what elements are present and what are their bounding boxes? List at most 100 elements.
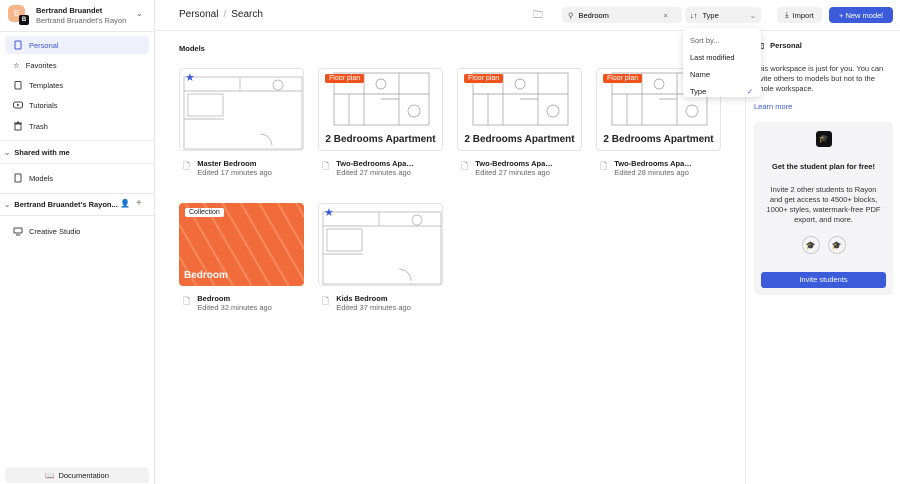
new-model-label: + New model (839, 10, 883, 20)
file-icon: 🗋 (322, 161, 330, 171)
card-title: Master Bedroom (197, 159, 257, 168)
student-slot-icon: 🎓 (801, 236, 820, 254)
trash-icon (14, 121, 22, 131)
card-meta: 🗋 Two-Bedrooms ApartmentEdited 28 minutes… (596, 159, 721, 177)
breadcrumb-search: Search (231, 9, 263, 20)
learn-more-link[interactable]: Learn more (754, 102, 792, 111)
sidebar-item-personal[interactable]: Personal (5, 36, 149, 54)
chevron-down-icon: ⌄ (749, 10, 756, 20)
favorite-star-icon[interactable]: ★ (185, 71, 195, 84)
option-label: Name (690, 70, 711, 79)
section-title: Shared with me (14, 148, 70, 157)
sidebar-item-label: Templates (29, 80, 64, 90)
import-button[interactable]: ⤓ Import (777, 7, 822, 23)
file-icon: 🗋 (322, 296, 330, 306)
thumbnail: ★ (318, 203, 443, 286)
thumbnail-label: 2 Bedrooms Apartment (464, 134, 575, 145)
sidebar-item-label: Favorites (25, 60, 57, 70)
card-meta: 🗋 Two-Bedrooms ApartmentEdited 27 minutes… (318, 159, 443, 177)
card-subtitle: Edited 17 minutes ago (197, 168, 272, 177)
divider (0, 215, 154, 216)
student-slot-icon: 🎓 (827, 236, 846, 254)
play-icon (13, 101, 23, 109)
type-tag: Floor plan (325, 74, 365, 83)
sidebar-item-favorites[interactable]: ☆ Favorites (5, 56, 149, 74)
workspace-info-panel: ▯ Personal This workspace is just for you… (745, 31, 900, 484)
new-model-button[interactable]: + New model (829, 7, 893, 23)
search-input[interactable] (578, 10, 659, 20)
model-card[interactable]: Collection Bedroom 🗋 Bedroom Edited 32 minut… (179, 203, 304, 312)
model-card[interactable]: Floor plan 2 Bedrooms Apartment 🗋 Two-Bedro… (318, 68, 443, 177)
workspace-badge: B (19, 15, 29, 25)
card-meta: 🗋 Bedroom Edited 32 minutes ago (179, 294, 304, 312)
breadcrumb-separator: / (223, 9, 227, 20)
card-title: Two-Bedrooms Apartment (336, 159, 416, 168)
sidebar-item-models[interactable]: Models (5, 169, 149, 187)
add-member-icon[interactable]: 👤 (120, 199, 130, 208)
student-plan-card: 🎓 Get the student plan for free! Invite … (754, 122, 893, 295)
shared-section-toggle[interactable]: ⌄ Shared with me (4, 148, 70, 157)
invite-students-button[interactable]: Invite students (761, 272, 886, 288)
type-tag: Floor plan (603, 74, 643, 83)
divider (0, 193, 154, 194)
new-folder-icon[interactable]: 🗀 (533, 8, 543, 25)
panel-title: ▯ Personal (760, 41, 802, 50)
section-title: Bertrand Bruandet's Rayon... (14, 200, 118, 209)
sort-dropdown: Sort by... Last modified Name Type ✓ (683, 28, 761, 97)
account-switcher[interactable]: B B Bertrand Bruandet Bertrand Bruandet'… (8, 5, 153, 27)
sidebar-item-creative-studio[interactable]: Creative Studio (5, 222, 149, 240)
promo-text: Invite 2 other students to Rayon and get… (766, 185, 881, 224)
card-subtitle: Edited 27 minutes ago (336, 168, 411, 177)
header: Personal/Search 🗀 ⚲× ↓↑Type⌄ ⤓Import + N… (155, 0, 900, 31)
import-label: Import (792, 10, 814, 20)
sidebar-item-trash[interactable]: Trash (5, 117, 149, 135)
chevron-down-icon: ⌄ (4, 200, 11, 209)
sort-select[interactable]: ↓↑ Type ⌄ (685, 7, 761, 23)
add-icon[interactable]: + (136, 198, 142, 209)
sidebar-item-label: Models (29, 173, 54, 183)
breadcrumb-personal[interactable]: Personal (179, 9, 218, 20)
favorite-star-icon[interactable]: ★ (324, 206, 334, 219)
file-icon: 🗋 (183, 296, 191, 306)
sidebar: B B Bertrand Bruandet Bertrand Bruandet'… (0, 0, 155, 484)
check-icon: ✓ (746, 87, 753, 96)
divider (0, 31, 154, 32)
thumbnail-label: 2 Bedrooms Apartment (325, 134, 436, 145)
panel-title-text: Personal (770, 41, 802, 50)
model-card[interactable]: Floor plan 2 Bedrooms Apartment 🗋 Two-Bedro… (457, 68, 582, 177)
graduation-cap-icon: 🎓 (815, 131, 832, 147)
sort-option-last-modified[interactable]: Last modified (683, 49, 761, 66)
option-label: Last modified (690, 53, 735, 62)
sort-option-type[interactable]: Type ✓ (683, 83, 761, 100)
star-icon: ☆ (13, 60, 20, 70)
card-subtitle: Edited 32 minutes ago (197, 303, 272, 312)
studio-icon (13, 227, 23, 236)
divider (0, 140, 154, 141)
sidebar-item-templates[interactable]: Templates (5, 76, 149, 94)
type-tag: Floor plan (464, 74, 504, 83)
account-name: Bertrand Bruandet (36, 6, 103, 15)
card-subtitle: Edited 37 minutes ago (336, 303, 411, 312)
divider (0, 163, 154, 164)
file-icon: 🗋 (600, 161, 608, 171)
card-subtitle: Edited 28 minutes ago (614, 168, 689, 177)
clear-icon[interactable]: × (664, 11, 668, 20)
workspace-section-toggle[interactable]: ⌄ Bertrand Bruandet's Rayon... (4, 200, 118, 209)
card-title: Two-Bedrooms Apartment (614, 159, 694, 168)
sort-label: Type (702, 10, 719, 20)
thumbnail: Collection Bedroom (179, 203, 304, 286)
sort-option-name[interactable]: Name (683, 66, 761, 83)
thumbnail-label: 2 Bedrooms Apartment (603, 134, 714, 145)
sort-menu-hint: Sort by... (690, 36, 720, 45)
type-tag: Collection (185, 208, 224, 217)
sidebar-item-tutorials[interactable]: Tutorials (5, 96, 149, 114)
documentation-button[interactable]: 📖 Documentation (5, 467, 149, 483)
model-card[interactable]: ★ 🗋 Master Bedroom Edited 17 minutes ago (179, 68, 304, 177)
thumbnail: ★ (179, 68, 304, 151)
sidebar-item-label: Creative Studio (29, 226, 81, 236)
model-card[interactable]: ★ 🗋 Kids Bedroom Edited 37 minutes ago (318, 203, 443, 312)
thumbnail: Floor plan 2 Bedrooms Apartment (318, 68, 443, 151)
card-meta: 🗋 Kids Bedroom Edited 37 minutes ago (318, 294, 443, 312)
search-field[interactable]: ⚲× (562, 7, 682, 23)
workspace-name: Bertrand Bruandet's Rayon (36, 16, 127, 25)
